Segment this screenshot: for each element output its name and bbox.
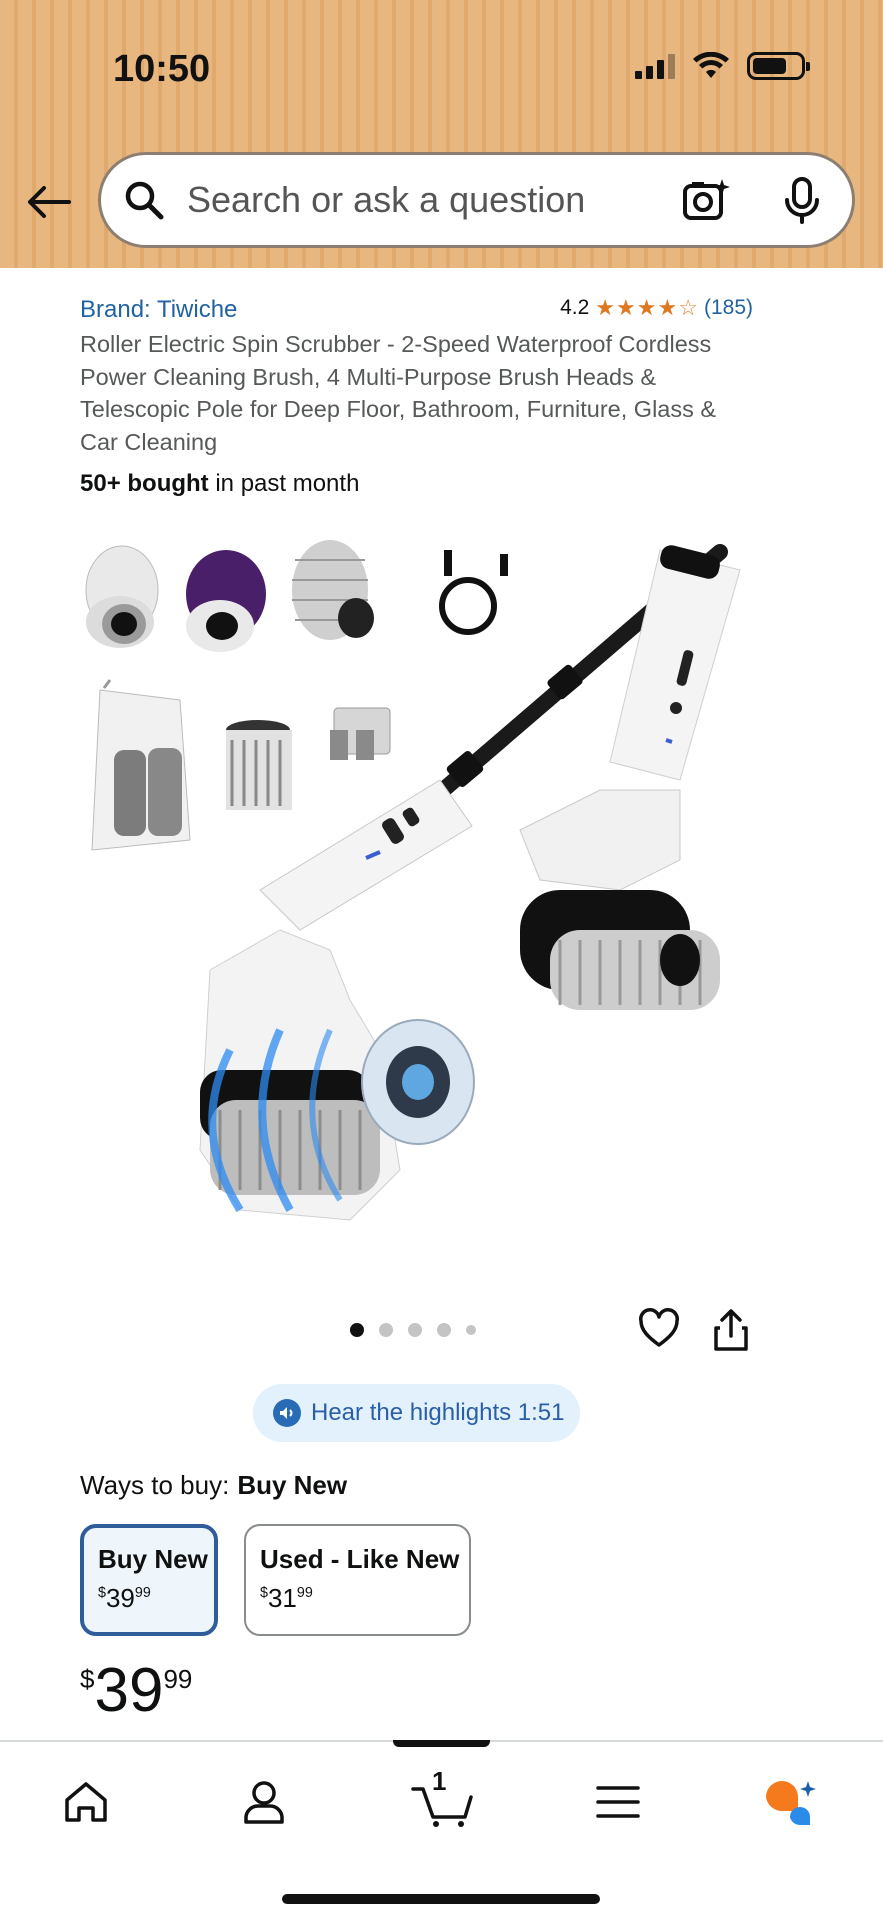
carousel-dots[interactable]: [350, 1323, 476, 1337]
rating-value: 4.2: [560, 296, 590, 319]
purchase-count-bold: 50+ bought: [80, 470, 209, 497]
product-title: Roller Electric Spin Scrubber - 2-Speed …: [80, 331, 717, 455]
cart-count: 1: [432, 1766, 447, 1796]
search-icon: [121, 177, 167, 223]
accessory-mesh-bag: [91, 679, 191, 851]
ways-to-buy-selected: Buy New: [237, 1470, 348, 1500]
brand-link[interactable]: Brand: Tiwiche: [80, 296, 237, 324]
star-empty-icon: ☆: [678, 295, 698, 320]
carousel-dot[interactable]: [350, 1323, 364, 1337]
nav-home[interactable]: [56, 1772, 116, 1832]
accessory-usb-cable: [439, 550, 508, 635]
star-full-icon: ★: [636, 295, 657, 320]
rufus-assistant-icon: [766, 1781, 816, 1826]
price-dollars: 39: [94, 1656, 164, 1725]
search-bar[interactable]: Search or ask a question: [98, 152, 855, 248]
battery-icon: [747, 52, 810, 80]
share-icon[interactable]: [712, 1308, 750, 1352]
product-price: $3999: [80, 1660, 192, 1722]
buy-option-label: Buy New: [98, 1544, 208, 1574]
accessory-bristle-roller: [292, 540, 374, 640]
nav-rufus[interactable]: [760, 1772, 820, 1832]
heart-icon[interactable]: [638, 1308, 680, 1350]
search-input[interactable]: Search or ask a question: [187, 179, 680, 221]
purchase-count: 50+ bought in past month: [80, 470, 359, 498]
star-full-icon: ★: [616, 295, 636, 320]
carousel-dot[interactable]: [408, 1323, 422, 1337]
nav-cart[interactable]: 1: [408, 1766, 478, 1832]
rating-summary[interactable]: 4.2 ★ ★ ★ ★ ☆ (185): [560, 296, 753, 320]
nav-account[interactable]: [234, 1772, 294, 1832]
status-time: 10:50: [113, 48, 211, 90]
carousel-dot[interactable]: [437, 1323, 451, 1337]
signal-icon: [635, 53, 675, 79]
accessory-purple-roller: [186, 550, 266, 652]
ways-to-buy: Ways to buy: Buy New: [80, 1470, 347, 1501]
back-arrow-icon: [28, 186, 71, 218]
accessory-wall-mount: [330, 707, 391, 760]
nav-menu[interactable]: [588, 1772, 648, 1832]
buy-option-new[interactable]: Buy New $3999: [80, 1524, 218, 1636]
app-header: 10:50 Search or ask a question: [0, 0, 883, 268]
bottom-nav: 1: [0, 1740, 883, 1920]
carousel-dot[interactable]: [379, 1323, 393, 1337]
buy-option-label: Used - Like New: [260, 1544, 460, 1574]
purchase-count-rest: in past month: [208, 470, 360, 497]
active-tab-indicator: [393, 1740, 490, 1747]
price-currency: $: [80, 1664, 95, 1694]
back-button[interactable]: [22, 176, 74, 228]
hear-highlights-label: Hear the highlights 1:51: [311, 1399, 565, 1426]
price-cents: 99: [163, 1664, 193, 1694]
rating-count[interactable]: (185): [704, 296, 753, 320]
hear-highlights-button[interactable]: Hear the highlights 1:51: [253, 1384, 580, 1442]
accessory-bristle-brush: [226, 720, 292, 810]
carousel-dot[interactable]: [466, 1325, 476, 1335]
wifi-icon: [693, 52, 729, 78]
accessory-white-roller: [85, 545, 159, 648]
microphone-icon[interactable]: [776, 174, 828, 226]
star-full-icon: ★: [657, 295, 678, 320]
person-icon: [244, 1781, 284, 1824]
buy-option-price: $3999: [98, 1583, 151, 1613]
home-indicator: [282, 1894, 600, 1904]
hamburger-menu-icon: [596, 1786, 640, 1818]
star-rating: ★ ★ ★ ★ ☆: [595, 297, 698, 319]
home-icon: [65, 1782, 107, 1822]
camera-search-icon[interactable]: [680, 174, 732, 226]
upright-scrubber: [519, 545, 741, 1010]
ways-to-buy-label: Ways to buy:: [80, 1470, 230, 1500]
buy-option-price: $3199: [260, 1583, 313, 1613]
buy-option-used[interactable]: Used - Like New $3199: [244, 1524, 471, 1636]
star-full-icon: ★: [595, 295, 616, 320]
product-image[interactable]: [80, 530, 760, 1270]
speaker-icon: [273, 1399, 301, 1427]
status-icons: [635, 52, 810, 80]
